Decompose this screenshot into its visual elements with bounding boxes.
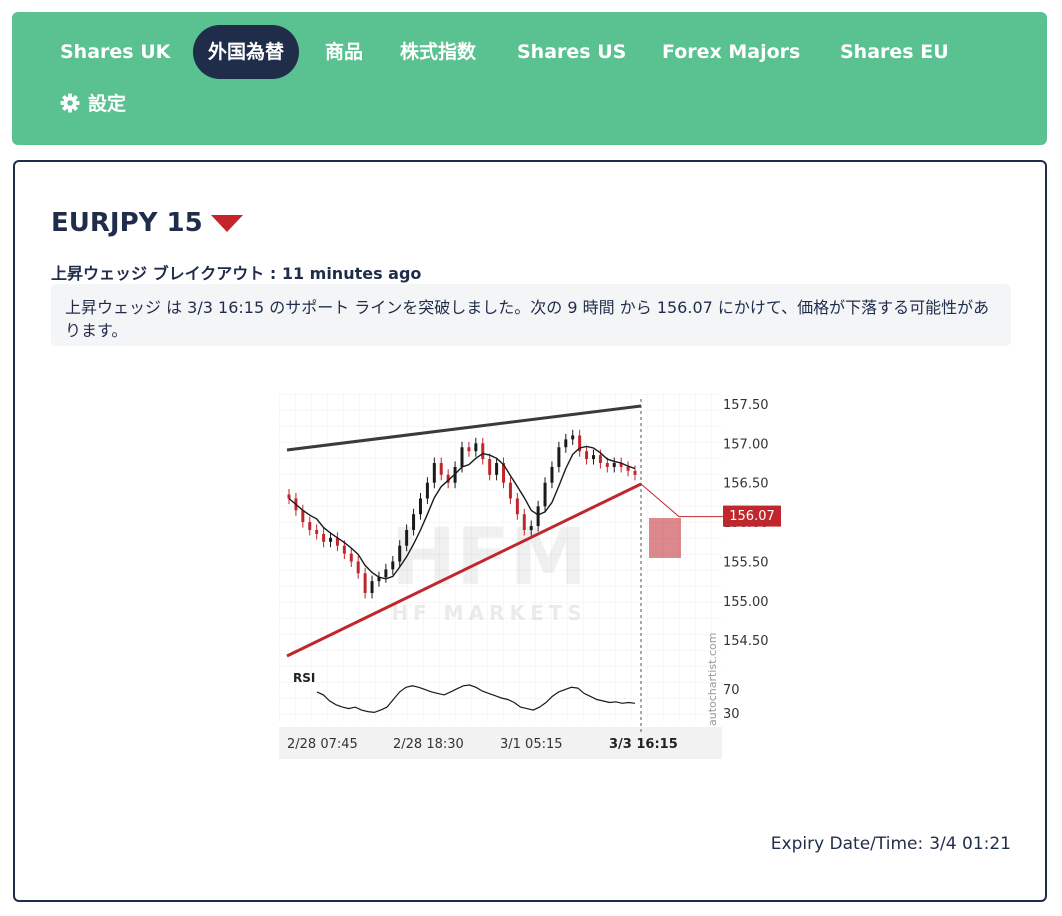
chart-svg: HFM HF MARKETS 157.50157.00156.50156.001…: [279, 394, 781, 759]
candle-body: [425, 482, 429, 499]
candle-body: [308, 522, 312, 530]
candle-body: [467, 447, 471, 452]
down-arrow-icon: [210, 214, 243, 232]
y-tick-2: 157.00: [723, 437, 769, 452]
candle-body: [522, 514, 526, 530]
x-tick-2: 2/28 18:30: [393, 737, 464, 752]
symbol-label: EURJPY 15: [51, 208, 203, 238]
candle-body: [564, 439, 568, 448]
x-tick-1: 2/28 07:45: [287, 737, 358, 752]
y-tick-3: 156.50: [723, 477, 769, 492]
pattern-name: 上昇ウェッジ ブレイクアウト: [51, 264, 265, 283]
candle-body: [557, 447, 561, 467]
candle-body: [495, 463, 499, 475]
price-chart: HFM HF MARKETS 157.50157.00156.50156.001…: [279, 394, 799, 764]
candle-body: [412, 514, 416, 530]
gear-icon: [60, 93, 80, 113]
candle-body: [474, 443, 478, 452]
candle-body: [515, 498, 519, 515]
candle-body: [481, 443, 485, 460]
y-tick-7: 154.50: [723, 634, 769, 649]
candle-body: [398, 545, 402, 562]
candle-body: [550, 466, 554, 483]
candle-body: [633, 470, 637, 475]
rsi-tick-70: 70: [723, 683, 740, 698]
candle-body: [349, 553, 353, 562]
candle-body: [356, 561, 360, 574]
tab-shares-eu[interactable]: Shares EU: [840, 25, 949, 79]
tab-commodities[interactable]: 商品: [325, 25, 363, 79]
candle-body: [626, 466, 630, 471]
candle-body: [329, 537, 333, 542]
signal-card: EURJPY 15 上昇ウェッジ ブレイクアウト : 11 minutes ag…: [13, 160, 1047, 902]
pattern-subtitle: 上昇ウェッジ ブレイクアウト : 11 minutes ago: [51, 260, 421, 284]
candle-body: [418, 498, 422, 515]
candle-body: [571, 435, 575, 440]
candle-body: [363, 573, 367, 593]
y-tick-6: 155.00: [723, 595, 769, 610]
candle-body: [342, 545, 346, 554]
candle-body: [301, 510, 305, 523]
chart-credit: autochartist.com: [706, 633, 719, 726]
pattern-age: : 11 minutes ago: [269, 264, 422, 283]
candle-body: [460, 447, 464, 467]
candle-body: [287, 494, 291, 499]
rsi-tick-30: 30: [723, 707, 740, 722]
tab-forex[interactable]: 外国為替: [193, 25, 300, 79]
candle-body: [598, 455, 602, 464]
x-tick-3: 3/1 05:15: [500, 737, 563, 752]
category-nav: Shares UK 外国為替 商品 株式指数 Shares US Forex M…: [12, 12, 1047, 145]
candle-body: [585, 451, 589, 460]
candle-body: [508, 482, 512, 499]
tab-shares-us[interactable]: Shares US: [517, 25, 626, 79]
settings-link[interactable]: 設定: [60, 77, 126, 131]
candle-body: [384, 569, 388, 578]
y-tick-1: 157.50: [723, 398, 769, 413]
x-tick-4: 3/3 16:15: [609, 737, 678, 752]
candle-body: [605, 463, 609, 467]
candle-body: [439, 463, 443, 475]
rsi-label: RSI: [293, 671, 315, 685]
candle-body: [315, 529, 319, 534]
y-tick-5: 155.50: [723, 555, 769, 570]
candle-body: [370, 581, 374, 593]
candle-body: [322, 533, 326, 542]
target-price-label: 156.07: [729, 509, 775, 524]
candle-body: [591, 455, 595, 460]
signal-title: EURJPY 15: [51, 208, 243, 238]
signal-description: 上昇ウェッジ は 3/3 16:15 のサポート ラインを突破しました。次の 9…: [51, 284, 1011, 346]
target-zone: [649, 518, 681, 558]
expiry-time: Expiry Date/Time: 3/4 01:21: [771, 834, 1011, 854]
expiry-label: Expiry Date/Time:: [770, 834, 924, 854]
candle-body: [536, 506, 540, 527]
candle-body: [529, 526, 533, 530]
tab-shares-uk[interactable]: Shares UK: [60, 25, 170, 79]
candle-body: [543, 482, 547, 507]
candle-body: [391, 561, 395, 570]
candle-body: [432, 463, 436, 483]
tab-forex-majors[interactable]: Forex Majors: [662, 25, 800, 79]
watermark-sub: HF MARKETS: [391, 601, 586, 625]
candle-body: [405, 529, 409, 546]
tab-indices[interactable]: 株式指数: [400, 25, 476, 79]
settings-label: 設定: [88, 93, 127, 115]
candle-body: [612, 463, 616, 467]
expiry-value: 3/4 01:21: [929, 834, 1011, 854]
candle-body: [488, 459, 492, 475]
